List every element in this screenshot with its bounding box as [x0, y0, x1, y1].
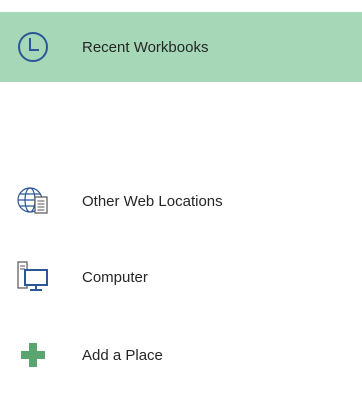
computer-icon: [15, 259, 51, 295]
places-panel: Recent Workbooks Other Web Locations Com…: [0, 0, 362, 400]
nav-item-other-web-locations[interactable]: Other Web Locations: [0, 178, 362, 224]
globe-document-icon: [15, 183, 51, 219]
nav-item-label: Other Web Locations: [82, 192, 223, 210]
nav-item-label: Computer: [82, 268, 148, 286]
nav-item-label: Recent Workbooks: [82, 38, 209, 56]
nav-item-recent-workbooks[interactable]: Recent Workbooks: [0, 12, 362, 82]
plus-icon: [15, 337, 51, 373]
nav-item-add-a-place[interactable]: Add a Place: [0, 332, 362, 378]
nav-item-label: Add a Place: [82, 346, 163, 364]
clock-icon: [15, 29, 51, 65]
nav-item-computer[interactable]: Computer: [0, 254, 362, 300]
